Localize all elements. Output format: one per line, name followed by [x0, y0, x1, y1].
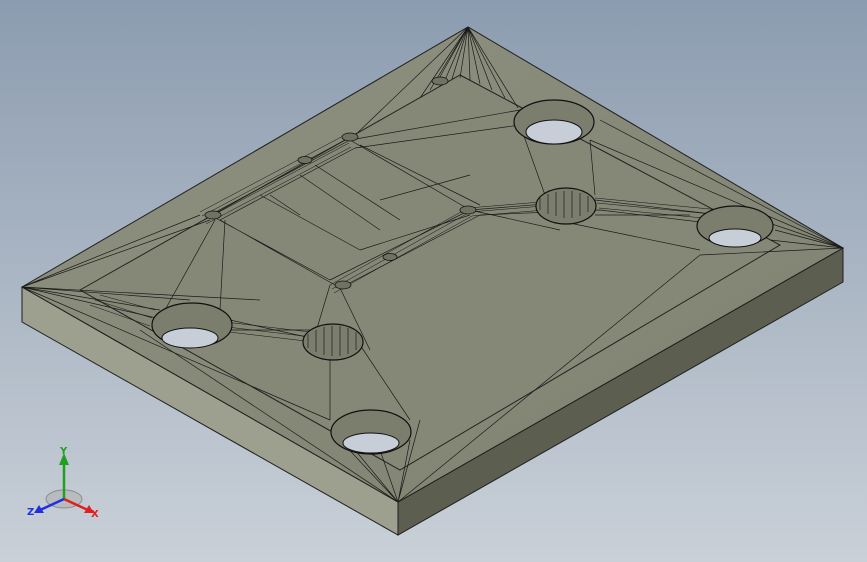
model-view[interactable]: [0, 0, 867, 562]
y-axis-label: Y: [59, 446, 68, 457]
boss-left-center[interactable]: [302, 323, 364, 361]
boss-right-center[interactable]: [535, 187, 597, 225]
through-hole-right[interactable]: [696, 205, 774, 248]
z-axis-label: Z: [27, 507, 34, 518]
through-hole-top-right[interactable]: [513, 99, 595, 145]
x-axis-label: X: [91, 509, 99, 520]
graphics-viewport[interactable]: Y X Z: [0, 0, 867, 562]
through-hole-left[interactable]: [151, 302, 233, 349]
reference-triad[interactable]: Y X Z: [24, 445, 104, 525]
through-hole-bottom[interactable]: [330, 409, 412, 455]
